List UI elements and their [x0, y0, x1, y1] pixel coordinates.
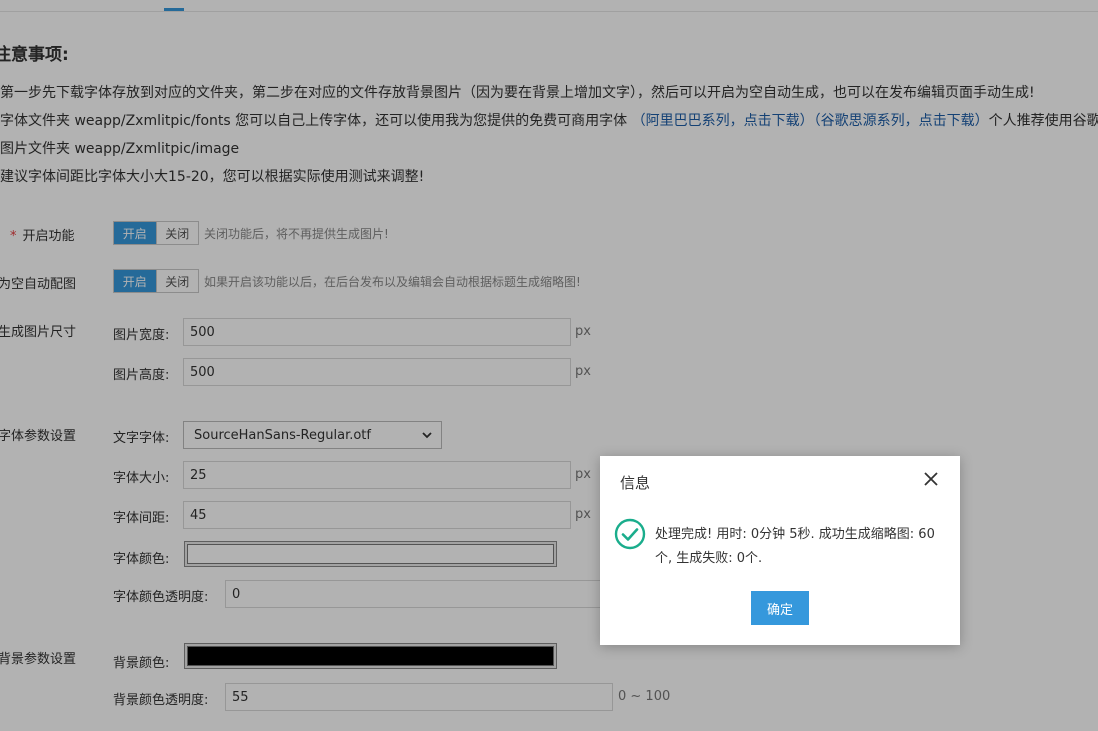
- confirm-button[interactable]: 确定: [751, 591, 809, 625]
- dialog-title: 信息: [620, 474, 651, 492]
- close-icon[interactable]: [920, 468, 942, 490]
- info-dialog: 信息 处理完成! 用时: 0分钟 5秒. 成功生成缩略图: 60个, 生成失败:…: [600, 456, 960, 645]
- success-check-icon: [614, 518, 646, 550]
- dialog-message: 处理完成! 用时: 0分钟 5秒. 成功生成缩略图: 60个, 生成失败: 0个…: [655, 527, 935, 566]
